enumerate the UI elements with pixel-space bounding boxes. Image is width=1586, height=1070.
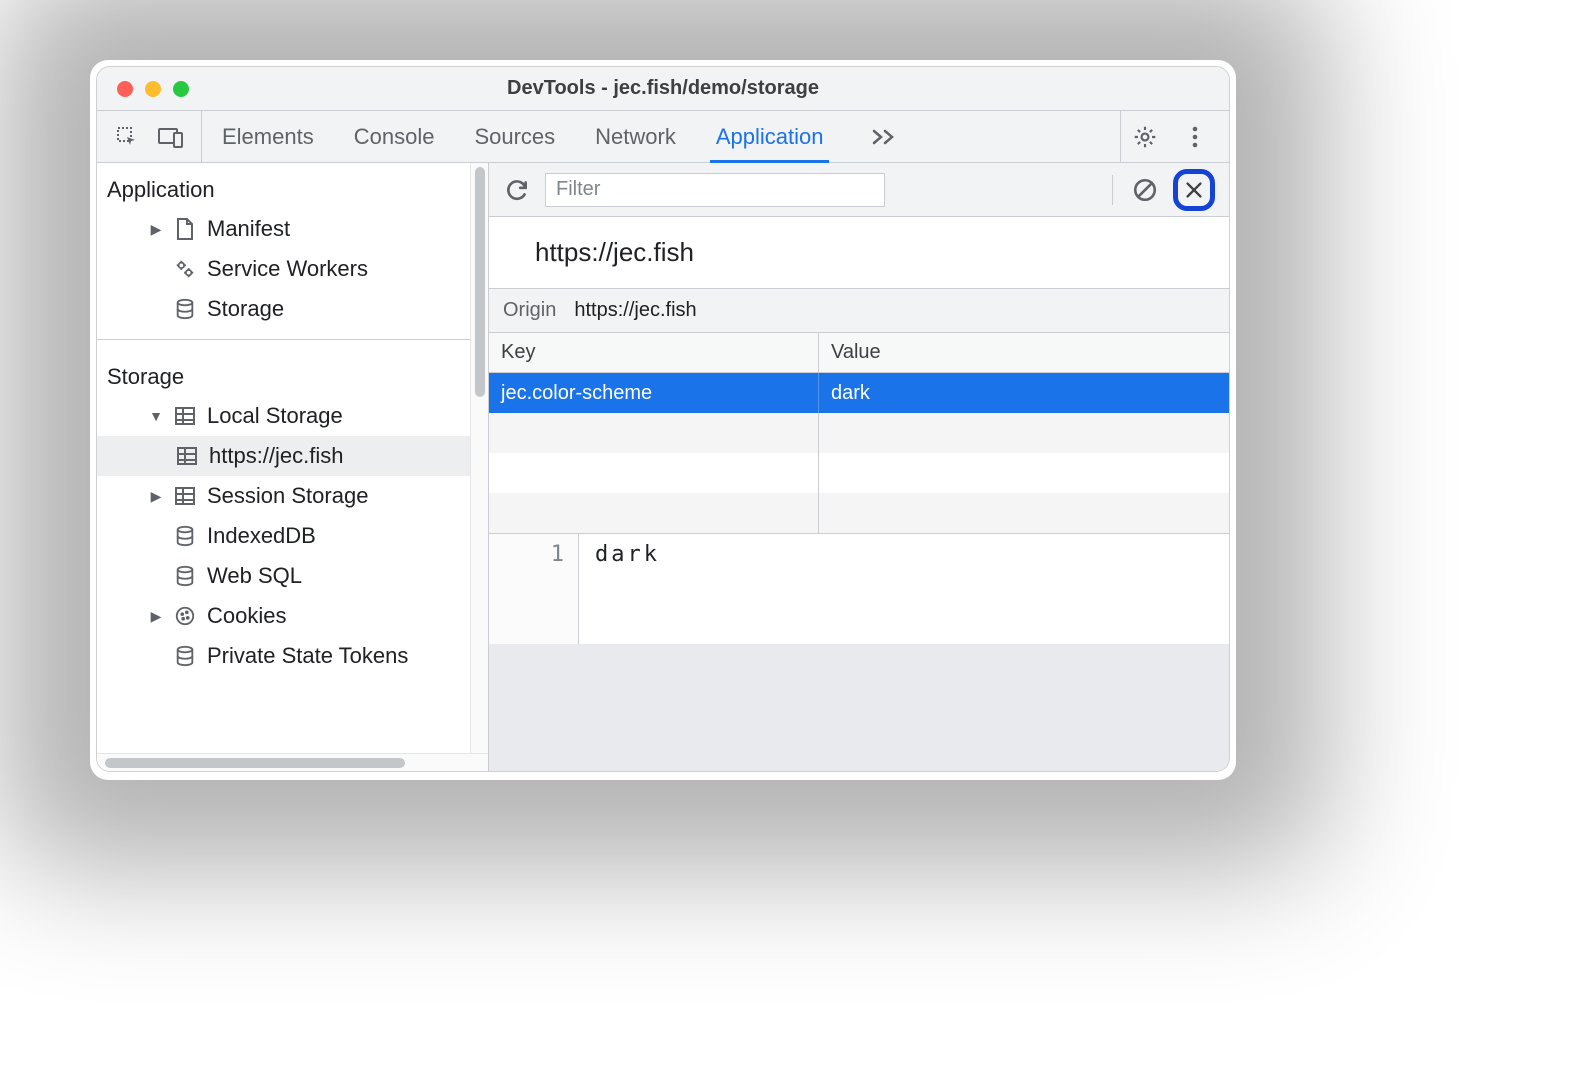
origin-label: Origin — [503, 299, 556, 322]
sidebar-item-label: Storage — [207, 296, 284, 322]
panel-footer — [489, 644, 1229, 771]
delete-selected-highlight — [1173, 169, 1215, 211]
table-icon — [173, 404, 197, 428]
more-tabs-button[interactable] — [863, 111, 907, 162]
settings-icon[interactable] — [1131, 123, 1159, 151]
preview-text: dark — [579, 534, 1229, 644]
sidebar-item-label: IndexedDB — [207, 523, 316, 549]
chevron-right-icon: ▶ — [149, 221, 163, 238]
table-row[interactable] — [489, 413, 1229, 453]
sidebar-item-storage[interactable]: Storage — [97, 289, 488, 329]
sidebar-item-cookies[interactable]: ▶ Cookies — [97, 596, 488, 636]
tab-elements[interactable]: Elements — [222, 111, 314, 162]
chevron-down-icon: ▼ — [149, 408, 163, 424]
kebab-menu-icon[interactable] — [1181, 123, 1209, 151]
sidebar-section-storage: Storage — [97, 350, 488, 396]
database-icon — [173, 524, 197, 548]
origin-row: Origin https://jec.fish — [489, 289, 1229, 333]
column-key[interactable]: Key — [489, 333, 819, 372]
sidebar: Application ▶ Manifest Service Wor — [97, 163, 489, 771]
delete-selected-icon[interactable] — [1180, 176, 1208, 204]
zoom-window-button[interactable] — [173, 81, 189, 97]
window-controls — [97, 81, 189, 97]
preview-line-number: 1 — [489, 534, 579, 644]
origin-value: https://jec.fish — [574, 299, 696, 322]
table-row[interactable] — [489, 453, 1229, 493]
main-panel: https://jec.fish Origin https://jec.fish… — [489, 163, 1229, 771]
table-header: Key Value — [489, 333, 1229, 373]
refresh-icon[interactable] — [503, 176, 531, 204]
sidebar-item-label: Session Storage — [207, 483, 368, 509]
chevron-right-icon: ▶ — [149, 608, 163, 625]
window-title: DevTools - jec.fish/demo/storage — [97, 77, 1229, 100]
sidebar-item-session-storage[interactable]: ▶ Session Storage — [97, 476, 488, 516]
sidebar-item-websql[interactable]: Web SQL — [97, 556, 488, 596]
table-icon — [173, 484, 197, 508]
inspect-element-icon[interactable] — [113, 123, 141, 151]
column-value[interactable]: Value — [819, 333, 1229, 372]
sidebar-item-indexeddb[interactable]: IndexedDB — [97, 516, 488, 556]
filter-input[interactable] — [545, 173, 885, 207]
sidebar-item-private-state-tokens[interactable]: Private State Tokens — [97, 636, 488, 676]
cookie-icon — [173, 604, 197, 628]
sidebar-item-label: Local Storage — [207, 403, 343, 429]
storage-table: Key Value jec.color-scheme dark — [489, 333, 1229, 534]
gears-icon — [173, 257, 197, 281]
storage-toolbar — [489, 163, 1229, 217]
sidebar-item-label: https://jec.fish — [209, 443, 344, 469]
cell-value: dark — [819, 373, 1229, 413]
device-toolbar-icon[interactable] — [157, 123, 185, 151]
database-icon — [173, 564, 197, 588]
tab-strip: Elements Console Sources Network Applica… — [97, 111, 1229, 163]
sidebar-item-label: Manifest — [207, 216, 290, 242]
titlebar: DevTools - jec.fish/demo/storage — [97, 67, 1229, 111]
clear-all-icon[interactable] — [1131, 176, 1159, 204]
sidebar-item-manifest[interactable]: ▶ Manifest — [97, 209, 488, 249]
sidebar-vertical-scrollbar[interactable] — [470, 163, 488, 771]
database-icon — [173, 297, 197, 321]
tab-sources[interactable]: Sources — [474, 111, 555, 162]
tab-network[interactable]: Network — [595, 111, 676, 162]
sidebar-item-label: Cookies — [207, 603, 286, 629]
document-icon — [173, 217, 197, 241]
chevron-right-icon: ▶ — [149, 488, 163, 505]
cell-key: jec.color-scheme — [489, 373, 819, 413]
sidebar-item-service-workers[interactable]: Service Workers — [97, 249, 488, 289]
origin-heading: https://jec.fish — [489, 217, 1229, 289]
value-preview: 1 dark — [489, 534, 1229, 644]
sidebar-item-local-storage[interactable]: ▼ Local Storage — [97, 396, 488, 436]
devtools-window: DevTools - jec.fish/demo/storage — [96, 66, 1230, 772]
database-icon — [173, 644, 197, 668]
sidebar-horizontal-scrollbar[interactable] — [97, 753, 488, 771]
table-row[interactable] — [489, 493, 1229, 533]
minimize-window-button[interactable] — [145, 81, 161, 97]
sidebar-item-label: Web SQL — [207, 563, 302, 589]
sidebar-section-application: Application — [97, 163, 488, 209]
sidebar-item-label: Private State Tokens — [207, 643, 408, 669]
table-row[interactable]: jec.color-scheme dark — [489, 373, 1229, 413]
sidebar-item-local-storage-origin[interactable]: https://jec.fish — [97, 436, 488, 476]
tab-console[interactable]: Console — [354, 111, 435, 162]
table-icon — [175, 444, 199, 468]
tab-application[interactable]: Application — [716, 111, 824, 162]
sidebar-item-label: Service Workers — [207, 256, 368, 282]
close-window-button[interactable] — [117, 81, 133, 97]
